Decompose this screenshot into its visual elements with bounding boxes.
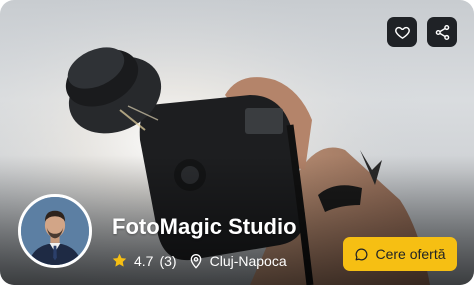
studio-card[interactable]: FotoMagic Studio 4.7 (3) Cluj-Napoca Cer… — [0, 0, 474, 285]
location-pin-icon — [190, 253, 201, 269]
favorite-button[interactable] — [387, 17, 417, 47]
studio-name: FotoMagic Studio — [112, 214, 297, 239]
avatar — [18, 194, 92, 268]
studio-meta: 4.7 (3) Cluj-Napoca — [111, 252, 287, 269]
heart-icon — [394, 26, 410, 39]
share-icon — [435, 24, 449, 40]
chat-bubble-icon — [356, 248, 368, 260]
star-icon — [112, 253, 127, 267]
request-offer-label: Cere ofertă — [375, 246, 446, 262]
rating-value: 4.7 — [134, 252, 154, 269]
share-button[interactable] — [427, 17, 457, 47]
location-text: Cluj-Napoca — [209, 252, 287, 269]
review-count: (3) — [159, 252, 177, 269]
profile-photo — [21, 197, 89, 265]
request-offer-button[interactable]: Cere ofertă — [343, 237, 457, 271]
